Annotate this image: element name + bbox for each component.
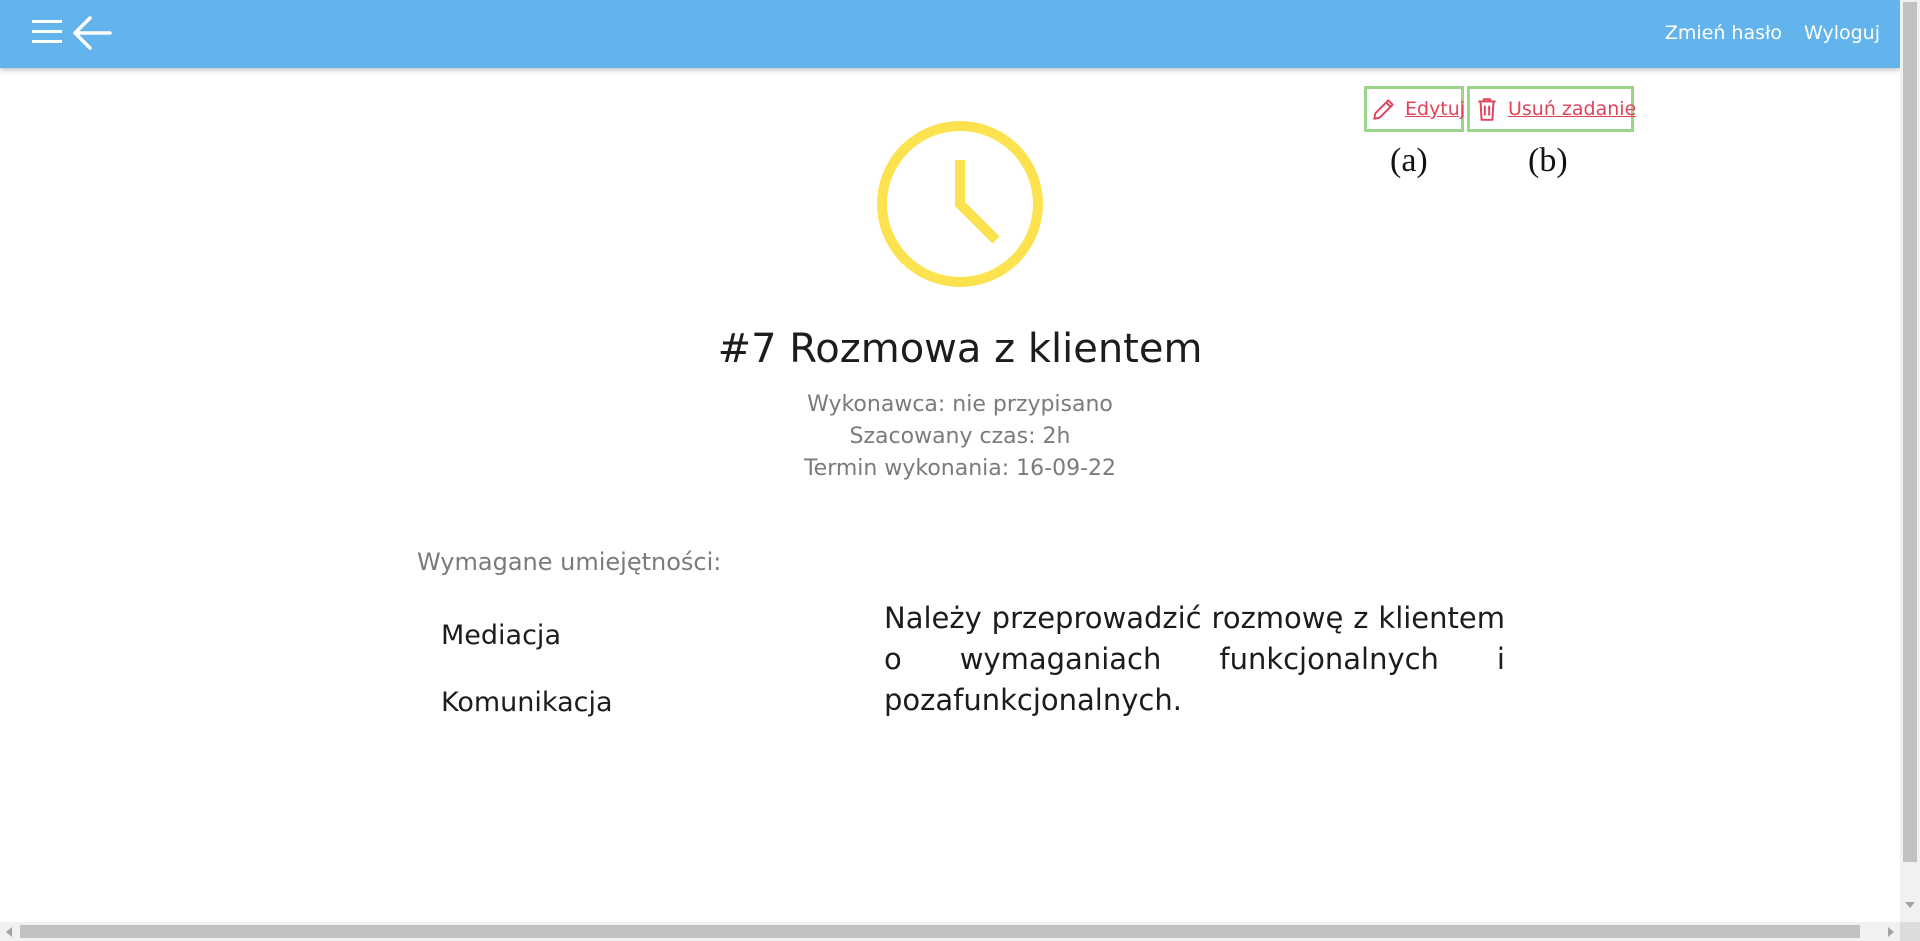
vertical-scrollbar[interactable] [1900,0,1920,922]
scroll-left-icon[interactable] [6,927,12,937]
trash-icon [1478,98,1496,121]
skills-heading: Wymagane umiejętności: [417,548,722,576]
task-description: Należy przeprowadzić rozmowę z klientem … [884,601,1505,717]
delete-label: Usuń zadanie [1508,98,1637,120]
horizontal-scrollbar-thumb[interactable] [20,925,1860,938]
scroll-down-icon[interactable] [1905,902,1915,908]
scroll-right-icon[interactable] [1888,927,1894,937]
logout-link[interactable]: Wyloguj [1804,22,1880,44]
delete-task-button[interactable]: Usuń zadanie [1467,86,1637,132]
edit-label: Edytuj [1405,98,1466,120]
task-assignee: Wykonawca: nie przypisano [807,392,1113,417]
vertical-scrollbar-thumb[interactable] [1903,2,1917,862]
annotation-a: (a) [1390,142,1428,179]
task-estimated-time: Szacowany czas: 2h [849,424,1071,449]
skill-item: Mediacja [441,620,561,651]
task-deadline: Termin wykonania: 16-09-22 [803,456,1117,481]
clock-icon [877,121,1043,287]
skill-item: Komunikacja [441,687,613,718]
horizontal-scrollbar[interactable] [0,922,1920,941]
top-links: Zmień hasło Wyloguj [1665,22,1880,44]
task-title: #7 Rozmowa z klientem [717,326,1203,372]
pencil-icon [1373,99,1394,120]
arrow-left-icon[interactable] [70,15,114,51]
hamburger-menu-icon[interactable] [30,17,64,47]
edit-task-button[interactable]: Edytuj [1364,86,1466,132]
scrollbar-corner [1900,922,1920,941]
annotation-b: (b) [1528,142,1568,179]
change-password-link[interactable]: Zmień hasło [1665,22,1782,44]
top-app-bar: Zmień hasło Wyloguj [0,0,1900,68]
